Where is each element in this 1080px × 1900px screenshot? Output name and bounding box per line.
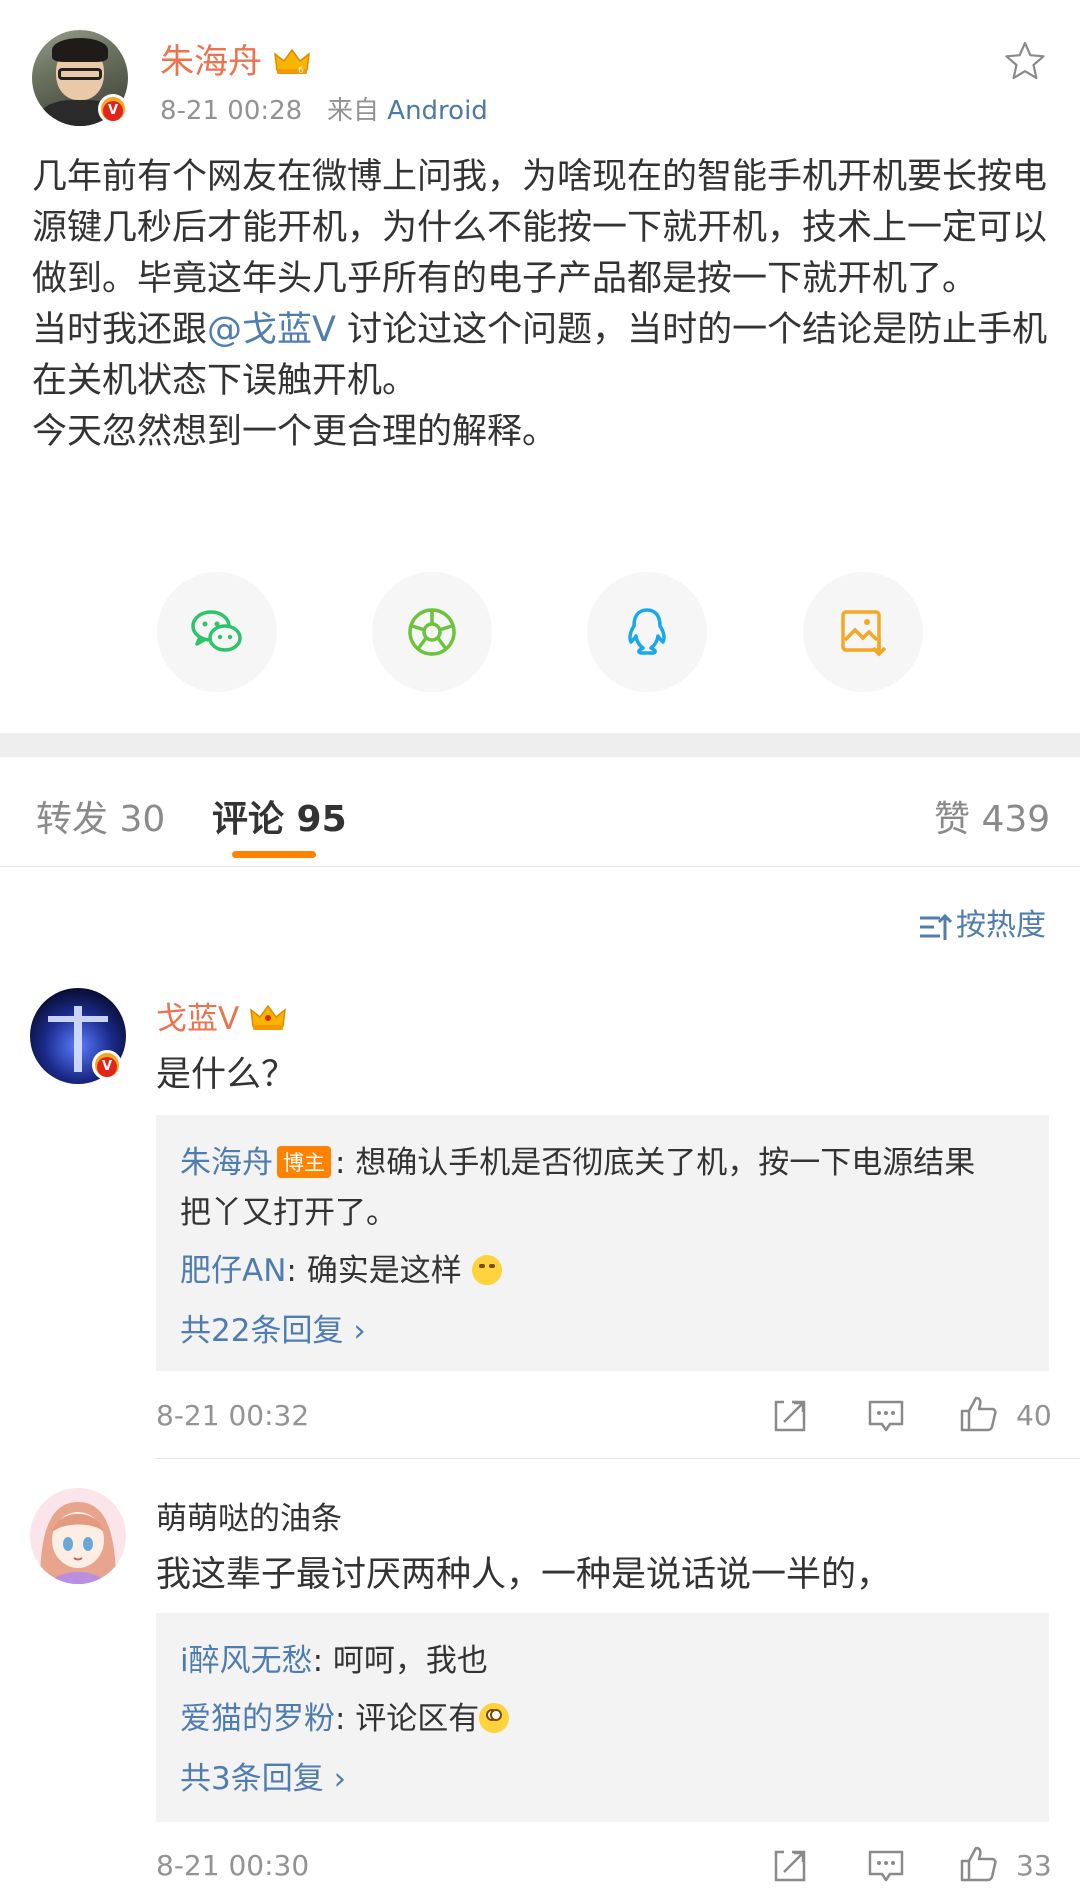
share-wechat-button[interactable]	[157, 572, 277, 692]
member-crown-icon	[250, 1004, 287, 1030]
section-divider	[0, 733, 1080, 757]
laugh-emoji-icon	[471, 1255, 502, 1285]
dizzy-emoji-icon	[479, 1703, 510, 1733]
comment-icon[interactable]	[866, 1846, 906, 1886]
source-prefix: 来自	[327, 96, 380, 126]
reply-item[interactable]: 爱猫的罗粉: 评论区有	[180, 1693, 510, 1738]
like-count: 40	[1016, 1399, 1052, 1432]
svg-text:6: 6	[298, 66, 304, 76]
member-crown-icon: 6	[273, 48, 310, 76]
reply-item-continued: 把丫又打开了。	[180, 1195, 397, 1231]
author-badge: 博主	[277, 1146, 331, 1178]
author-name[interactable]: 朱海舟 6	[160, 34, 311, 83]
post-source[interactable]: Android	[387, 96, 488, 126]
tab-repost[interactable]: 转发 30	[36, 790, 165, 842]
share-qq-button[interactable]	[587, 572, 707, 692]
post-time: 8-21 00:28	[160, 96, 303, 126]
mention-link[interactable]: @戈蓝V	[207, 310, 336, 350]
verified-badge-icon: V	[92, 1050, 122, 1080]
comment-separator	[156, 1458, 1080, 1459]
repost-icon[interactable]	[770, 1846, 810, 1886]
post-meta: 8-21 00:28 来自 Android	[160, 90, 488, 127]
tab-active-indicator	[232, 851, 316, 858]
comment-icon[interactable]	[866, 1396, 906, 1436]
repost-icon[interactable]	[770, 1396, 810, 1436]
anime-girl-avatar	[40, 1502, 116, 1584]
comment-text: 是什么？	[156, 1055, 297, 1095]
reply-box[interactable]: i醉风无愁: 呵呵，我也 爱猫的罗粉: 评论区有 共3条回复 ›	[156, 1613, 1049, 1822]
reply-author[interactable]: 朱海舟	[180, 1145, 273, 1181]
favorite-star-icon[interactable]	[1004, 40, 1046, 82]
reply-author[interactable]: i醉风无愁	[180, 1643, 313, 1679]
comment-time: 8-21 00:30	[156, 1849, 310, 1882]
reply-item[interactable]: i醉风无愁: 呵呵，我也	[180, 1635, 488, 1680]
tab-divider	[0, 866, 1080, 867]
tab-likes[interactable]: 赞 439	[934, 790, 1050, 842]
more-replies-link[interactable]: 共3条回复 ›	[180, 1753, 346, 1798]
like-count: 33	[1016, 1849, 1052, 1882]
comment-text: 我这辈子最讨厌两种人，一种是说话说一半的，	[156, 1555, 892, 1595]
chevron-right-icon: ›	[353, 1313, 366, 1349]
sort-button[interactable]: 按热度	[918, 900, 1046, 944]
wechat-icon	[191, 610, 242, 652]
moments-icon	[408, 608, 456, 656]
commenter-name[interactable]: 戈蓝V	[156, 993, 287, 1038]
save-image-button[interactable]	[803, 572, 923, 692]
reply-author[interactable]: 肥仔AN	[180, 1253, 286, 1289]
post-body: 几年前有个网友在微博上问我，为啥现在的智能手机开机要长按电源键几秒后才能开机，为…	[32, 157, 1048, 452]
reply-item[interactable]: 朱海舟 博主: 想确认手机是否彻底关了机，按一下电源结果	[180, 1137, 975, 1182]
more-replies-link[interactable]: 共22条回复 ›	[180, 1305, 366, 1350]
commenter-avatar[interactable]	[30, 1488, 126, 1584]
reply-item[interactable]: 肥仔AN: 确实是这样	[180, 1245, 502, 1290]
qq-icon	[628, 608, 666, 655]
verified-badge-icon: V	[98, 94, 128, 124]
like-icon[interactable]	[958, 1394, 998, 1434]
sort-icon	[920, 913, 953, 940]
reply-author[interactable]: 爱猫的罗粉	[180, 1701, 335, 1737]
chevron-right-icon: ›	[333, 1761, 346, 1797]
save-image-icon	[841, 610, 887, 657]
reply-box[interactable]: 朱海舟 博主: 想确认手机是否彻底关了机，按一下电源结果 把丫又打开了。 肥仔AN…	[156, 1115, 1049, 1371]
share-moments-button[interactable]	[372, 572, 492, 692]
commenter-name[interactable]: 萌萌哒的油条	[156, 1493, 342, 1538]
like-icon[interactable]	[958, 1844, 998, 1884]
comment-time: 8-21 00:32	[156, 1399, 310, 1432]
tab-comments[interactable]: 评论 95	[212, 790, 347, 842]
